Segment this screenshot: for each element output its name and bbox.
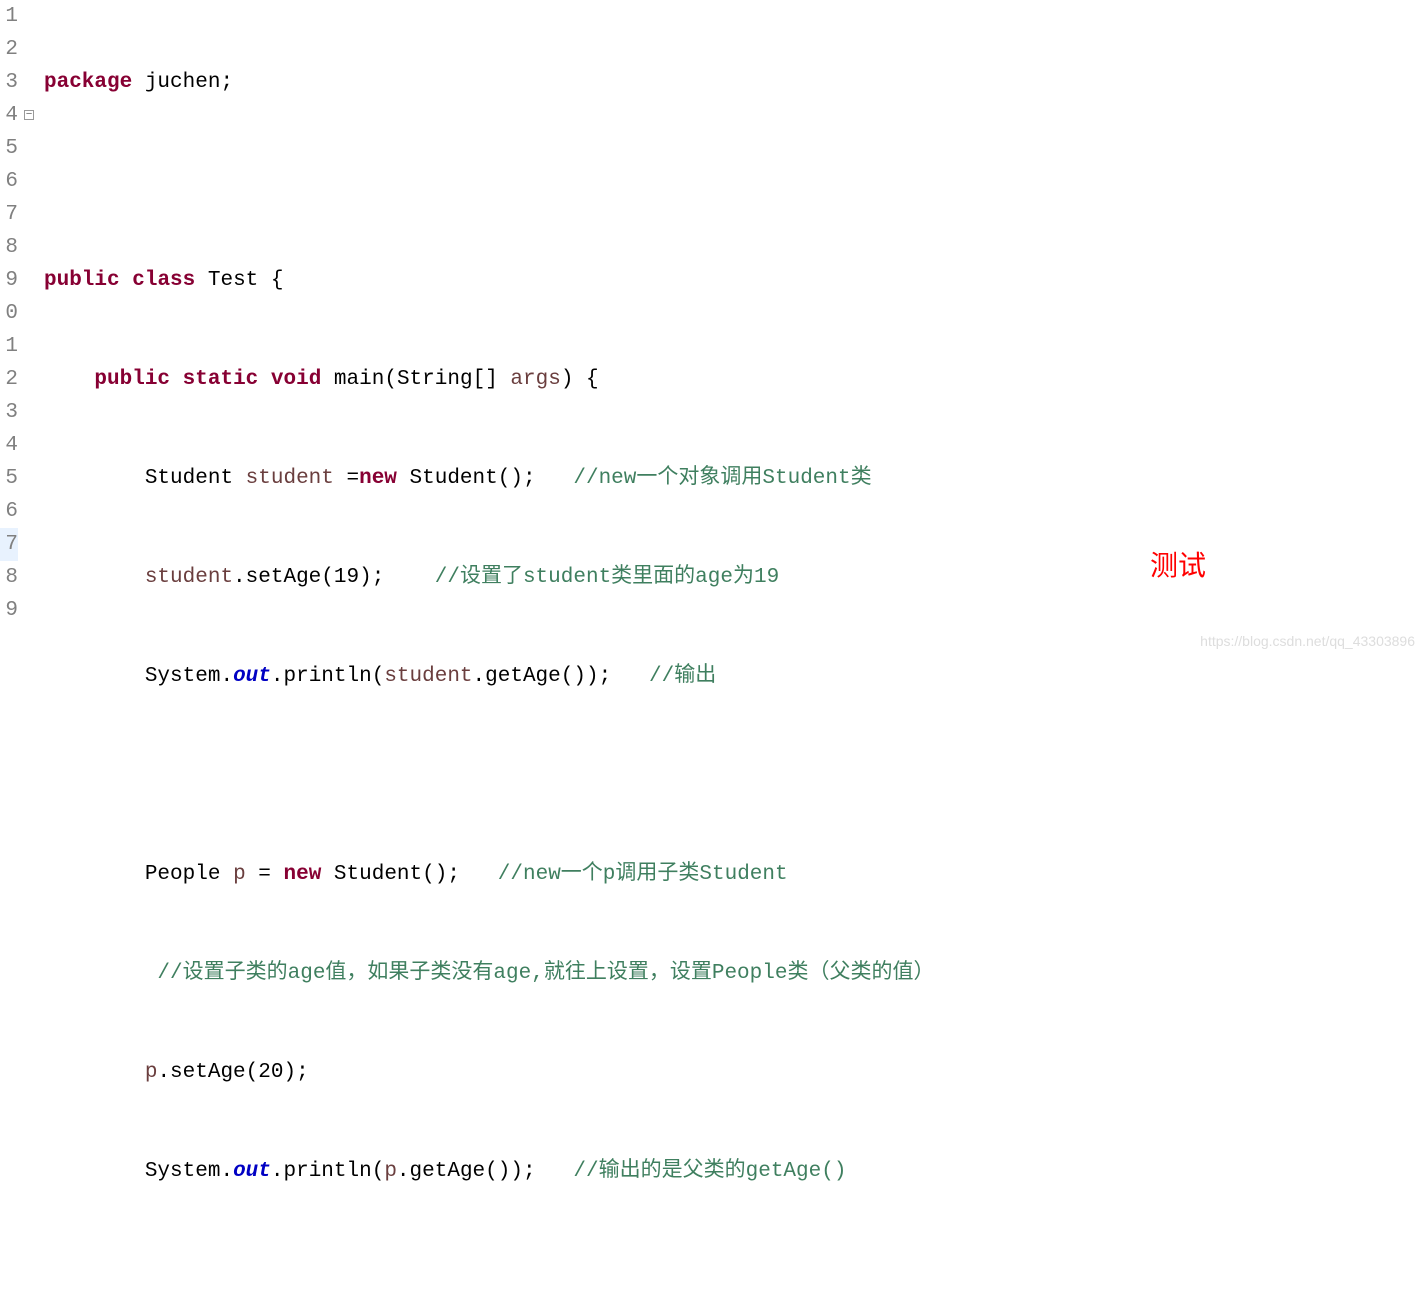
var-student: student	[384, 665, 472, 688]
var-p: p	[384, 1160, 397, 1183]
code-line[interactable]	[40, 1254, 1427, 1287]
var-p: p	[233, 863, 246, 886]
watermark-text: https://blog.csdn.net/qq_43303896	[1200, 633, 1415, 649]
code-line[interactable]: public static void main(String[] args) {	[40, 363, 1427, 396]
line-number: 8	[0, 561, 18, 594]
line-number: 5	[0, 132, 18, 165]
line-number: 9	[0, 264, 18, 297]
fold-column: −	[22, 0, 40, 657]
type-people: People	[145, 863, 221, 886]
code-line[interactable]	[40, 759, 1427, 792]
line-number: 3	[0, 66, 18, 99]
method-getage: getAge	[485, 665, 561, 688]
literal-19: 19	[334, 566, 359, 589]
param-args: args	[510, 368, 560, 391]
code-line[interactable]: student.setAge(19); //设置了student类里面的age为…	[40, 561, 1427, 594]
var-student: student	[246, 467, 334, 490]
literal-20: 20	[258, 1061, 283, 1084]
code-line[interactable]: People p = new Student(); //new一个p调用子类St…	[40, 858, 1427, 891]
var-student: student	[145, 566, 233, 589]
line-number: 1	[0, 0, 18, 33]
keyword-class: class	[132, 269, 195, 292]
line-number: 5	[0, 462, 18, 495]
keyword-package: package	[44, 71, 132, 94]
line-number: 6	[0, 495, 18, 528]
class-system: System	[145, 1160, 221, 1183]
fold-toggle-icon[interactable]: −	[24, 110, 34, 120]
code-editor[interactable]: package juchen; public class Test { publ…	[40, 0, 1427, 657]
comment: //输出	[649, 665, 716, 688]
ctor-student: Student	[334, 863, 422, 886]
code-line[interactable]: //设置子类的age值，如果子类没有age,就往上设置，设置People类（父类…	[40, 957, 1427, 990]
line-number: 7	[0, 198, 18, 231]
code-line[interactable]: System.out.println(student.getAge()); //…	[40, 660, 1427, 693]
keyword-public: public	[44, 269, 120, 292]
comment: //new一个对象调用Student类	[573, 467, 871, 490]
line-number: 0	[0, 297, 18, 330]
keyword-void: void	[271, 368, 321, 391]
var-p: p	[145, 1061, 158, 1084]
package-name: juchen	[145, 71, 221, 94]
comment: //new一个p调用子类Student	[498, 863, 788, 886]
line-number: 4	[0, 429, 18, 462]
type-string: String	[397, 368, 473, 391]
code-line[interactable]	[40, 165, 1427, 198]
ctor-student: Student	[410, 467, 498, 490]
line-number: 9	[0, 594, 18, 627]
line-number: 4	[0, 99, 18, 132]
line-number: 2	[0, 363, 18, 396]
method-name: main	[334, 368, 384, 391]
method-getage: getAge	[410, 1160, 486, 1183]
code-line[interactable]: Student student =new Student(); //new一个对…	[40, 462, 1427, 495]
keyword-public: public	[94, 368, 170, 391]
comment: //设置子类的age值，如果子类没有age,就往上设置，设置People类（父类…	[157, 962, 934, 985]
method-setage: setAge	[170, 1061, 246, 1084]
keyword-new: new	[359, 467, 397, 490]
comment: //设置了student类里面的age为19	[435, 566, 779, 589]
field-out: out	[233, 1160, 271, 1183]
code-line[interactable]: public class Test {	[40, 264, 1427, 297]
method-println: println	[283, 1160, 371, 1183]
field-out: out	[233, 665, 271, 688]
line-number: 8	[0, 231, 18, 264]
class-system: System	[145, 665, 221, 688]
code-line[interactable]: System.out.println(p.getAge()); //输出的是父类…	[40, 1155, 1427, 1188]
comment: //输出的是父类的getAge()	[573, 1160, 846, 1183]
line-number: 7	[0, 528, 18, 561]
annotation-label: 测试	[1150, 550, 1206, 583]
class-name: Test	[208, 269, 258, 292]
line-number: 6	[0, 165, 18, 198]
line-number: 2	[0, 33, 18, 66]
method-println: println	[283, 665, 371, 688]
method-setage: setAge	[246, 566, 322, 589]
keyword-new: new	[284, 863, 322, 886]
line-number: 1	[0, 330, 18, 363]
code-line[interactable]: p.setAge(20);	[40, 1056, 1427, 1089]
type-student: Student	[145, 467, 233, 490]
code-line[interactable]: package juchen;	[40, 66, 1427, 99]
keyword-static: static	[183, 368, 259, 391]
line-number-gutter: 1 2 3 4 5 6 7 8 9 0 1 2 3 4 5 6 7 8 9	[0, 0, 22, 657]
line-number: 3	[0, 396, 18, 429]
